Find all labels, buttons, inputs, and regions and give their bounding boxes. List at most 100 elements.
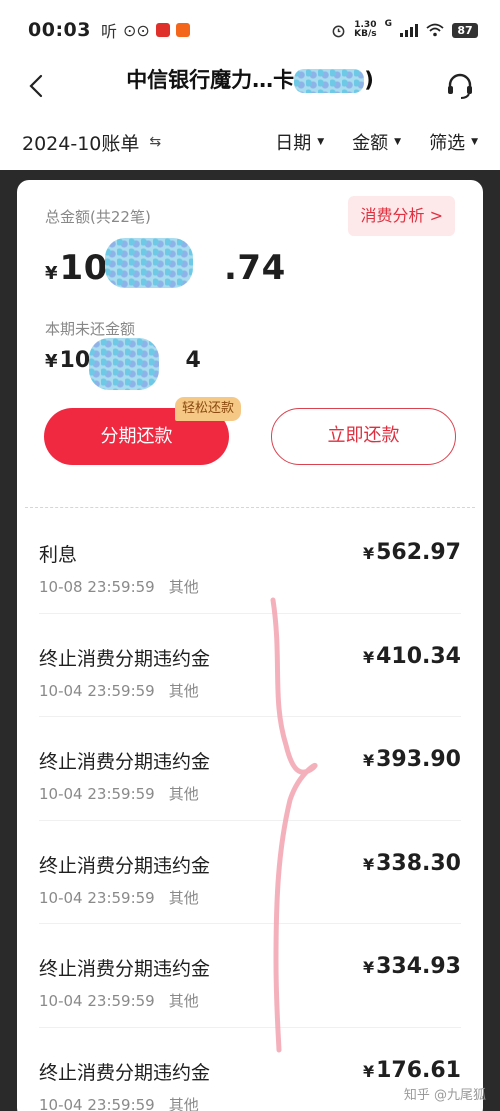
month-label: 2024-10账单 (22, 132, 140, 155)
status-left-icons: 听 ⊙⊙ (101, 18, 190, 42)
transaction-time: 10-04 23:59:59 (39, 681, 155, 700)
battery-icon: 87 (452, 22, 478, 38)
transaction-meta: 10-08 23:59:59 其他 (39, 576, 199, 597)
currency-symbol: ¥ (45, 351, 58, 372)
transaction-meta: 10-04 23:59:59 其他 (39, 990, 199, 1011)
transaction-amount: ¥562.97 (363, 540, 461, 565)
transaction-amount: ¥338.30 (363, 851, 461, 876)
transaction-time: 10-08 23:59:59 (39, 578, 155, 596)
transaction-time: 10-04 23:59:59 (39, 888, 155, 907)
transaction-amount: ¥393.90 (363, 747, 461, 772)
list-item[interactable]: 终止消费分期违约金 10-04 23:59:59 其他 ¥176.61 (39, 1028, 461, 1111)
filter-amount-label: 金额 (352, 133, 389, 154)
transaction-title: 利息 (39, 544, 78, 566)
transaction-category: 其他 (168, 1095, 199, 1111)
currency-symbol: ¥ (362, 854, 375, 874)
signal-icon (400, 23, 418, 37)
net-speed-unit: KB/s (354, 29, 377, 39)
transaction-amount: ¥334.93 (363, 954, 461, 979)
repay-now-button[interactable]: 立即还款 (271, 408, 456, 465)
currency-symbol: ¥ (362, 544, 375, 563)
transaction-title: 终止消费分期违约金 (39, 751, 211, 773)
privacy-mask (105, 238, 193, 288)
privacy-mask (294, 69, 365, 93)
total-amount-label: 总金额(共22笔) (45, 208, 151, 226)
transaction-meta: 10-04 23:59:59 其他 (39, 887, 199, 908)
list-item[interactable]: 利息 10-08 23:59:59 其他 ¥562.97 (39, 510, 461, 614)
transaction-time: 10-04 23:59:59 (39, 992, 155, 1010)
chevron-left-icon (29, 74, 43, 98)
currency-symbol: ¥ (362, 751, 375, 770)
spending-analysis-button[interactable]: 消费分析 > (348, 196, 455, 236)
transaction-amount-value: 410.34 (376, 643, 461, 669)
currency-symbol: ¥ (45, 263, 58, 284)
bill-summary: 总金额(共22笔) 消费分析 > ¥ 105 .74 本期未还金额 ¥ 105 … (17, 180, 483, 485)
back-button[interactable] (16, 66, 56, 106)
currency-symbol: ¥ (362, 958, 375, 977)
filter-amount[interactable]: 金额 ▼ (352, 129, 401, 155)
list-item[interactable]: 终止消费分期违约金 10-04 23:59:59 其他 ¥410.34 (39, 614, 461, 717)
spending-analysis-label: 消费分析 (360, 206, 425, 225)
list-item[interactable]: 终止消费分期违约金 10-04 23:59:59 其他 ¥393.90 (39, 717, 461, 821)
transaction-category: 其他 (168, 681, 199, 700)
page-title-end: ) (364, 68, 374, 92)
filter-bar: 2024-10账单 ⇆ 日期 ▼ 金额 ▼ 筛选 ▼ (0, 114, 500, 170)
status-time: 00:03 (28, 19, 91, 41)
filter-date[interactable]: 日期 ▼ (275, 129, 324, 155)
page-title-start: 中信银行魔力…卡 (126, 68, 295, 92)
filter-date-label: 日期 (275, 133, 312, 154)
caret-down-icon: ▼ (394, 137, 402, 147)
transaction-category: 其他 (168, 785, 199, 803)
taobao-app-icon (175, 23, 190, 37)
swap-icon: ⇆ (149, 134, 162, 150)
media-icon: ⊙⊙ (123, 20, 150, 40)
customer-service-button[interactable] (438, 64, 482, 108)
status-right-icons: 1.30 KB/s G 87 (331, 19, 478, 39)
transaction-list: 利息 10-08 23:59:59 其他 ¥562.97 终止消费分期违约金 10… (17, 510, 483, 1111)
bill-card: 总金额(共22笔) 消费分析 > ¥ 105 .74 本期未还金额 ¥ 105 … (17, 180, 483, 1111)
transaction-category: 其他 (168, 578, 199, 596)
filter-screen[interactable]: 筛选 ▼ (429, 129, 478, 155)
filter-group: 日期 ▼ 金额 ▼ 筛选 ▼ (275, 129, 478, 155)
nav-header: 中信银行魔力…卡) (0, 60, 500, 114)
transaction-category: 其他 (168, 992, 199, 1010)
currency-symbol: ¥ (362, 647, 375, 667)
currency-symbol: ¥ (362, 1061, 375, 1081)
month-selector[interactable]: 2024-10账单 ⇆ (22, 129, 161, 156)
privacy-mask (89, 338, 159, 390)
total-amount-end: .74 (224, 248, 286, 288)
transaction-amount-value: 338.30 (376, 850, 461, 876)
page-title: 中信银行魔力…卡) (70, 60, 430, 114)
headset-icon (448, 73, 472, 99)
alarm-icon (332, 25, 345, 37)
transaction-amount-value: 334.93 (376, 954, 461, 979)
transaction-amount-value: 562.97 (376, 540, 461, 565)
chevron-right-icon: > (429, 206, 443, 225)
transaction-category: 其他 (168, 888, 199, 907)
watermark: 知乎 @九尾狐 (403, 1088, 486, 1103)
dashed-divider (25, 507, 475, 508)
list-item[interactable]: 终止消费分期违约金 10-04 23:59:59 其他 ¥338.30 (39, 821, 461, 924)
transaction-amount: ¥176.61 (363, 1058, 461, 1083)
transaction-title: 终止消费分期违约金 (39, 958, 211, 980)
list-item[interactable]: 终止消费分期违约金 10-04 23:59:59 其他 ¥334.93 (39, 924, 461, 1028)
listen-icon: 听 (100, 22, 117, 41)
transaction-time: 10-04 23:59:59 (39, 785, 155, 803)
filter-screen-label: 筛选 (429, 133, 466, 154)
transaction-meta: 10-04 23:59:59 其他 (39, 1094, 199, 1111)
transaction-title: 终止消费分期违约金 (39, 647, 211, 670)
transaction-amount-value: 176.61 (376, 1057, 461, 1083)
transaction-meta: 10-04 23:59:59 其他 (39, 783, 199, 804)
net-speed: 1.30 KB/s (354, 21, 376, 39)
transaction-amount: ¥410.34 (363, 644, 461, 669)
transaction-amount-value: 393.90 (376, 747, 461, 772)
status-bar: 00:03 听 ⊙⊙ 1.30 KB/s G 87 (0, 0, 500, 60)
unpaid-amount-end: 4 (185, 348, 201, 373)
easy-repay-tag: 轻松还款 (175, 397, 242, 421)
signal-type: G (384, 19, 392, 29)
wifi-icon (426, 23, 444, 37)
transaction-time: 10-04 23:59:59 (39, 1095, 155, 1111)
unpaid-amount-label: 本期未还金额 (45, 320, 136, 338)
caret-down-icon: ▼ (317, 137, 325, 147)
transaction-title: 终止消费分期违约金 (39, 1061, 211, 1084)
